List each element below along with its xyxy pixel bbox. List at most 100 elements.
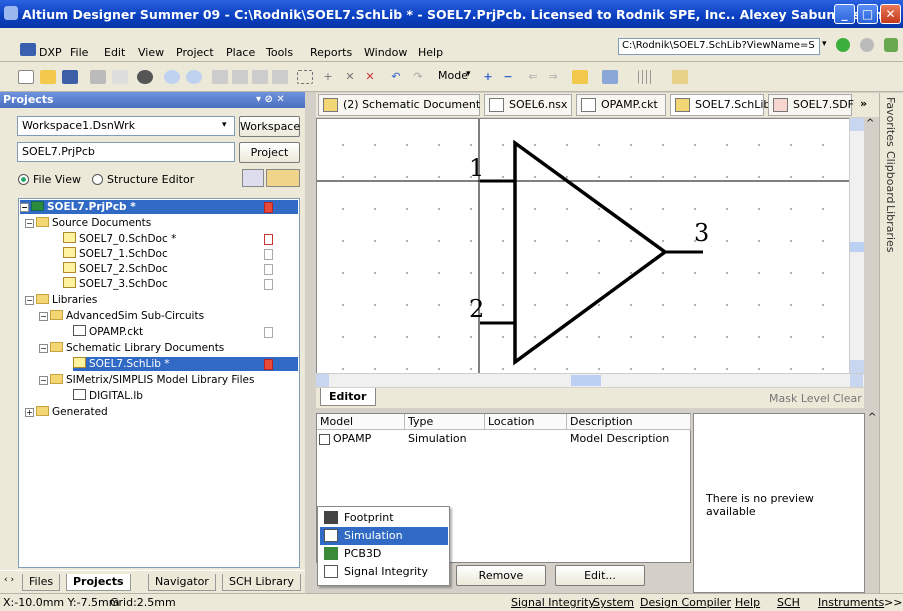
move-icon[interactable]: + <box>320 70 336 84</box>
menu-view[interactable]: View <box>138 46 164 59</box>
component-icon[interactable] <box>572 70 588 84</box>
side-tab-libraries[interactable]: Libraries <box>884 205 897 253</box>
column-header-model[interactable]: Model <box>317 414 405 430</box>
project-button[interactable]: Project <box>239 142 300 163</box>
tree-item-simetrix[interactable]: − SIMetrix/SIMPLIS Model Library Files <box>39 373 254 387</box>
workspace-select[interactable]: Workspace1.DsnWrk <box>17 116 235 136</box>
maximize-button[interactable]: □ <box>857 4 878 24</box>
undo-icon[interactable]: ↶ <box>388 70 404 84</box>
popup-item-pcb3d[interactable]: PCB3D <box>320 545 448 563</box>
next-icon[interactable]: ⇒ <box>545 70 561 84</box>
tab-files[interactable]: Files <box>22 574 61 591</box>
clear-filter-icon[interactable]: ✕ <box>362 70 378 84</box>
tree-item-opamp-ckt[interactable]: OPAMP.ckt <box>73 325 143 339</box>
tab-editor[interactable]: Editor <box>320 388 376 406</box>
doc-tab-soel7-sdf[interactable]: SOEL7.SDF <box>768 94 854 116</box>
tree-item-digital-lb[interactable]: DIGITAL.lb <box>73 389 143 403</box>
scroll-left-icon[interactable] <box>316 374 329 387</box>
type-cell[interactable]: Simulation <box>408 432 467 445</box>
cut-icon[interactable] <box>212 70 228 84</box>
remove-icon[interactable]: − <box>500 70 516 84</box>
chevron-down-icon[interactable]: ▾ <box>822 39 827 49</box>
menu-file[interactable]: File <box>70 46 88 59</box>
project-field[interactable]: SOEL7.PrjPcb <box>17 142 235 162</box>
deselect-icon[interactable]: ✕ <box>342 70 358 84</box>
mask-level-button[interactable]: Mask Level <box>769 392 830 405</box>
image-icon[interactable] <box>672 70 688 84</box>
home-icon[interactable] <box>884 38 898 52</box>
tree-item-schdoc-2[interactable]: SOEL7_2.SchDoc <box>63 262 168 276</box>
menu-reports[interactable]: Reports <box>310 46 352 59</box>
save-icon[interactable] <box>62 70 78 84</box>
doc-tab-soel7-schlib[interactable]: SOEL7.SchLib * <box>670 94 779 116</box>
menu-tools[interactable]: Tools <box>266 46 293 59</box>
select-area-icon[interactable] <box>297 70 313 84</box>
side-tab-clipboard[interactable]: Clipboard <box>884 151 897 204</box>
menu-window[interactable]: Window <box>364 46 407 59</box>
scroll-thumb[interactable] <box>850 242 864 252</box>
collapse-up-icon[interactable]: ^ <box>868 412 876 423</box>
scroll-right-icon[interactable] <box>850 374 863 387</box>
model-cell[interactable]: OPAMP <box>333 432 371 445</box>
tree-item-schdoc-0[interactable]: SOEL7_0.SchDoc * <box>63 232 176 246</box>
chevron-down-icon[interactable]: ▾ <box>466 69 471 79</box>
side-tab-favorites[interactable]: Favorites <box>884 97 897 147</box>
path-combo[interactable]: C:\Rodnik\SOEL7.SchLib?ViewName=S <box>618 38 820 55</box>
status-help[interactable]: Help <box>735 596 760 609</box>
tree-item-schdoc-1[interactable]: SOEL7_1.SchDoc <box>63 247 168 261</box>
column-header-description[interactable]: Description <box>567 414 691 430</box>
status-design-compiler[interactable]: Design Compiler <box>640 596 731 609</box>
column-header-location[interactable]: Location <box>485 414 567 430</box>
minimize-button[interactable]: _ <box>834 4 855 24</box>
clear-button[interactable]: Clear <box>833 392 862 405</box>
edit-button[interactable]: Edit... <box>555 565 645 586</box>
workspace-button[interactable]: Workspace <box>239 116 300 137</box>
remove-button[interactable]: Remove <box>456 565 546 586</box>
tab-navigator[interactable]: Navigator <box>148 574 216 591</box>
tree-item-schdoc-3[interactable]: SOEL7_3.SchDoc <box>63 277 168 291</box>
tab-scroll-left-icon[interactable]: ‹ › <box>4 575 14 585</box>
rubber-stamp-icon[interactable] <box>272 70 288 84</box>
description-cell[interactable]: Model Description <box>570 432 669 445</box>
popup-item-signal-integrity[interactable]: Signal Integrity <box>320 563 448 581</box>
menu-project[interactable]: Project <box>176 46 214 59</box>
more-tabs-icon[interactable]: » <box>860 97 867 110</box>
scroll-up-icon[interactable] <box>850 118 864 131</box>
draw-line-icon[interactable] <box>602 70 618 84</box>
popup-item-footprint[interactable]: Footprint <box>320 509 448 527</box>
forward-nav-icon[interactable] <box>860 38 874 52</box>
scroll-down-icon[interactable] <box>850 360 864 373</box>
doc-tab-soel6-nsx[interactable]: SOEL6.nsx <box>484 94 572 116</box>
tab-projects[interactable]: Projects <box>66 574 131 591</box>
paste-icon[interactable] <box>252 70 268 84</box>
file-view-radio[interactable] <box>18 174 29 185</box>
status-signal-integrity[interactable]: Signal Integrity <box>511 596 595 609</box>
status-more[interactable]: >> <box>884 596 902 609</box>
column-header-type[interactable]: Type <box>405 414 485 430</box>
canvas-horizontal-scrollbar[interactable] <box>316 373 864 387</box>
zoom-out-icon[interactable] <box>186 70 202 84</box>
tree-item-generated[interactable]: + Generated <box>25 405 108 419</box>
print-preview-icon[interactable] <box>112 70 128 84</box>
status-system[interactable]: System <box>593 596 634 609</box>
tree-item-source-documents[interactable]: − Source Documents <box>25 216 151 230</box>
schematic-canvas[interactable]: 1 2 3 <box>316 118 864 374</box>
menu-help[interactable]: Help <box>418 46 443 59</box>
menu-place[interactable]: Place <box>226 46 255 59</box>
menu-dxp[interactable]: DXP <box>39 46 62 59</box>
doc-tab-schematic[interactable]: (2) Schematic Document ▾ <box>318 94 489 116</box>
structure-editor-radio[interactable] <box>92 174 103 185</box>
redo-icon[interactable]: ↷ <box>410 70 426 84</box>
hscroll-thumb[interactable] <box>571 375 601 386</box>
popup-item-simulation[interactable]: Simulation <box>320 527 448 545</box>
tree-item-project[interactable]: − SOEL7.PrjPcb * <box>20 200 298 214</box>
open-icon[interactable] <box>40 70 56 84</box>
menu-edit[interactable]: Edit <box>104 46 125 59</box>
open-project-icon[interactable] <box>137 70 153 84</box>
copy-icon[interactable] <box>232 70 248 84</box>
print-icon[interactable] <box>90 70 106 84</box>
new-icon[interactable] <box>18 70 34 84</box>
tree-item-libraries[interactable]: − Libraries <box>25 293 97 307</box>
add-icon[interactable]: + <box>480 70 496 84</box>
grid-icon[interactable] <box>638 70 654 84</box>
